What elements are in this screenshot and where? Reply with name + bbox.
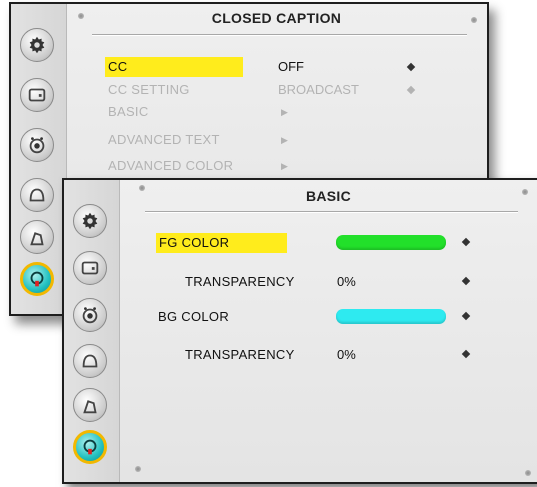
up-down-icon[interactable]	[406, 85, 416, 95]
fg-transparency-label[interactable]: TRANSPARENCY	[185, 274, 295, 289]
bg-transparency-label[interactable]: TRANSPARENCY	[185, 347, 295, 362]
divider	[92, 34, 467, 35]
bg-color-swatch[interactable]	[336, 309, 446, 324]
menu-item-cc[interactable]: CC	[105, 57, 243, 77]
audio-icon[interactable]	[73, 298, 107, 332]
bg-color-label[interactable]: BG COLOR	[158, 309, 229, 324]
up-down-icon[interactable]	[461, 237, 471, 247]
menu-item-advanced-text[interactable]: ADVANCED TEXT	[108, 132, 220, 147]
divider	[145, 211, 518, 212]
up-down-icon[interactable]	[461, 276, 471, 286]
audio-icon[interactable]	[20, 128, 54, 162]
sidebar	[64, 180, 120, 482]
cc-value: OFF	[278, 59, 304, 74]
menu-item-advanced-color[interactable]: ADVANCED COLOR	[108, 158, 233, 173]
menu-item-cc-setting[interactable]: CC SETTING	[108, 82, 190, 97]
caption-icon[interactable]	[20, 262, 54, 296]
settings-icon[interactable]	[20, 28, 54, 62]
arrow-right-icon: ▶	[281, 107, 288, 117]
up-down-icon[interactable]	[461, 311, 471, 321]
settings-icon[interactable]	[73, 204, 107, 238]
monitor-icon[interactable]	[20, 178, 54, 212]
page-title: CLOSED CAPTION	[211, 10, 342, 26]
fg-color-swatch[interactable]	[336, 235, 446, 250]
lock-icon[interactable]	[20, 220, 54, 254]
page-title: BASIC	[305, 188, 352, 204]
basic-window: BASIC FG COLOR TRANSPARENCY 0% BG COLOR …	[62, 178, 537, 484]
screw-icon	[135, 466, 141, 472]
title-bar: BASIC	[119, 180, 537, 212]
fg-transparency-value: 0%	[337, 274, 356, 289]
menu-item-basic[interactable]: BASIC	[108, 104, 149, 119]
title-bar: CLOSED CAPTION	[66, 4, 487, 35]
up-down-icon[interactable]	[461, 349, 471, 359]
cc-setting-value: BROADCAST	[278, 82, 359, 97]
caption-icon[interactable]	[73, 430, 107, 464]
arrow-right-icon: ▶	[281, 161, 288, 171]
arrow-right-icon: ▶	[281, 135, 288, 145]
screw-icon	[525, 470, 531, 476]
sidebar	[11, 4, 67, 314]
up-down-icon[interactable]	[406, 62, 416, 72]
lock-icon[interactable]	[73, 388, 107, 422]
fg-color-label[interactable]: FG COLOR	[156, 233, 287, 253]
picture-icon[interactable]	[20, 78, 54, 112]
picture-icon[interactable]	[73, 251, 107, 285]
monitor-icon[interactable]	[73, 344, 107, 378]
bg-transparency-value: 0%	[337, 347, 356, 362]
